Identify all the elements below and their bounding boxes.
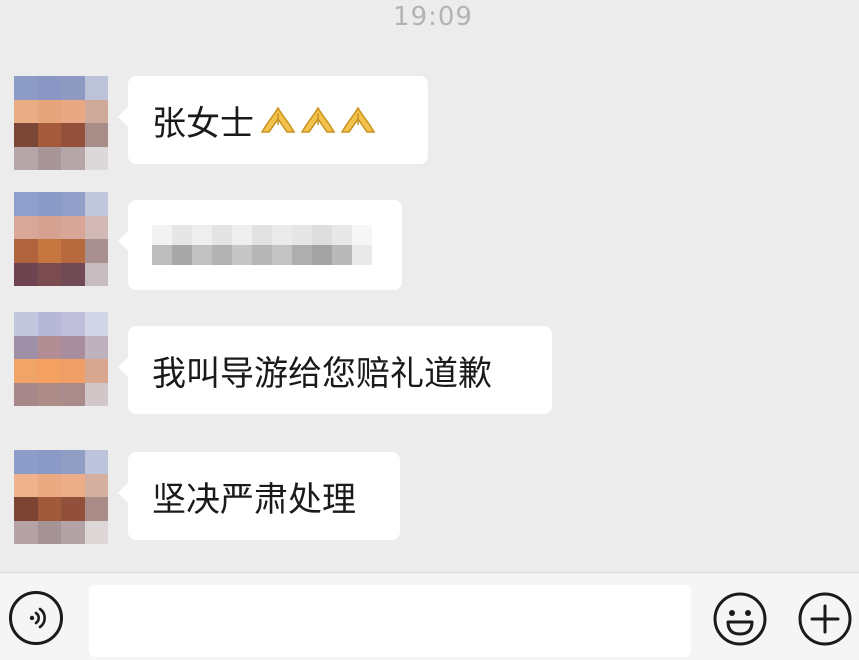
message-text: 张女士: [152, 103, 254, 144]
message-input[interactable]: [89, 585, 691, 657]
input-bar: [0, 572, 859, 660]
avatar[interactable]: [14, 76, 108, 170]
plus-icon: [798, 592, 852, 646]
folded-hands-icon: [300, 106, 336, 133]
voice-button[interactable]: [9, 591, 63, 645]
voice-icon: [29, 607, 46, 629]
avatar[interactable]: [14, 450, 108, 544]
avatar[interactable]: [14, 192, 108, 286]
message-bubble[interactable]: 张女士: [118, 76, 428, 164]
folded-hands-icon: [260, 106, 296, 133]
message-timestamp: 19:09: [393, 2, 473, 32]
chat-area: 19:09 张女士 我叫导游给您赔礼道歉 坚决严肃处理: [0, 0, 859, 572]
plus-button[interactable]: [797, 591, 853, 647]
emoji-icon: [713, 592, 767, 646]
message-text: 我叫导游给您赔礼道歉: [152, 353, 492, 394]
emoji-button[interactable]: [712, 591, 768, 647]
blurred-message-text: [152, 225, 372, 265]
message-bubble[interactable]: 坚决严肃处理: [118, 452, 400, 540]
message-text: 坚决严肃处理: [152, 479, 356, 520]
avatar[interactable]: [14, 312, 108, 406]
folded-hands-icon: [340, 106, 376, 133]
message-bubble[interactable]: 我叫导游给您赔礼道歉: [118, 326, 552, 414]
folded-hands-emojis: [260, 105, 376, 135]
message-bubble[interactable]: [118, 200, 402, 290]
